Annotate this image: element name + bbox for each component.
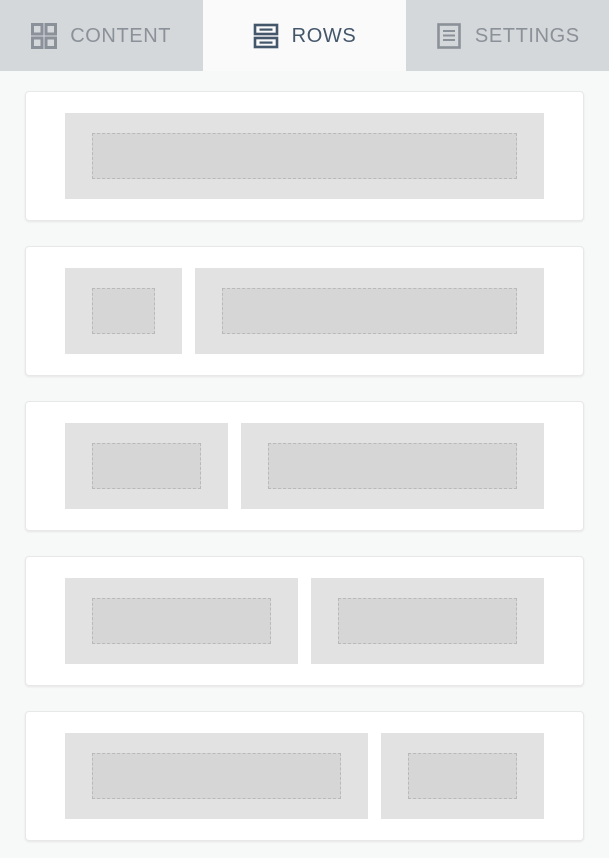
row-column[interactable] [65, 733, 368, 819]
row-column[interactable] [380, 733, 544, 819]
row-layout-33-67-alt[interactable] [25, 401, 584, 531]
column-placeholder [92, 443, 202, 489]
row-layout-67-33[interactable] [25, 711, 584, 841]
row-columns [65, 578, 544, 664]
tab-settings-label: SETTINGS [474, 24, 580, 47]
tab-content[interactable]: CONTENT [0, 0, 203, 71]
row-columns [65, 113, 544, 199]
row-column[interactable] [194, 268, 544, 354]
tab-content-label: CONTENT [70, 24, 172, 47]
column-placeholder [407, 753, 517, 799]
column-placeholder [92, 598, 271, 644]
tab-bar: CONTENT ROWS SETTINGS [0, 0, 609, 71]
tab-settings[interactable]: SETTINGS [405, 0, 609, 71]
column-placeholder [268, 443, 517, 489]
row-layout-1-column[interactable] [25, 91, 584, 221]
row-column[interactable] [65, 268, 182, 354]
row-layout-33-67[interactable] [25, 246, 584, 376]
document-icon [437, 22, 461, 49]
column-placeholder [338, 598, 517, 644]
column-placeholder [92, 288, 155, 334]
row-column[interactable] [65, 578, 298, 664]
row-column[interactable] [311, 578, 544, 664]
row-column[interactable] [65, 113, 544, 199]
tab-rows-label: ROWS [291, 24, 357, 47]
column-placeholder [221, 288, 517, 334]
row-columns [65, 733, 544, 819]
column-placeholder [92, 753, 341, 799]
row-column[interactable] [241, 423, 544, 509]
row-columns [65, 423, 544, 509]
row-columns [65, 268, 544, 354]
row-layout-list [0, 71, 609, 841]
tab-rows[interactable]: ROWS [202, 0, 406, 71]
row-layout-50-50[interactable] [25, 556, 584, 686]
row-column[interactable] [65, 423, 229, 509]
column-placeholder [92, 133, 517, 179]
grid-icon [31, 22, 58, 49]
rows-icon [253, 23, 278, 48]
